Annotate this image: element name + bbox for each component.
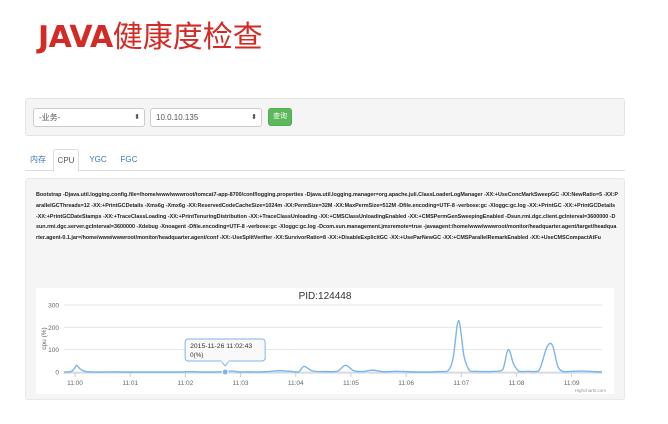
- tab-cpu[interactable]: CPU: [53, 149, 79, 172]
- chart-tooltip-pointer-mask: [221, 360, 229, 362]
- chart-x-tick-label: 11:07: [453, 380, 469, 387]
- business-select-value: -业务-: [39, 113, 61, 122]
- chart-x-tick-label: 11:03: [233, 380, 249, 387]
- chart-y-tick-label: 0: [55, 370, 59, 377]
- chart-x-tick-label: 11:06: [398, 380, 414, 387]
- jvm-arguments-text: Bootstrap -Djava.util.logging.config.fil…: [36, 192, 618, 242]
- select-caret-icon: ⬍: [134, 114, 140, 121]
- chart-x-tick-label: 11:05: [343, 380, 359, 387]
- chart-tooltip-line2: 0(%): [190, 352, 203, 359]
- slide-title-latin: JAVA: [38, 20, 113, 55]
- ip-select-value: 10.0.10.135: [156, 113, 199, 122]
- slide-title: JAVA健康度检查: [38, 12, 263, 56]
- business-select[interactable]: -业务- ⬍: [33, 108, 145, 127]
- cpu-line-chart: 0 100 200 300 11:00 11:01 11:02 11:03 11:04 11:05…: [36, 288, 614, 394]
- tab-fgc[interactable]: FGC: [116, 149, 142, 171]
- chart-y-tick-label: 300: [48, 303, 59, 310]
- chart-x-tick-label: 11:08: [509, 380, 525, 387]
- slide-title-cn: 健康度检查: [112, 20, 263, 55]
- tab-ygc[interactable]: YGC: [84, 149, 112, 171]
- chart-x-tick-label: 11:00: [67, 380, 83, 387]
- chart-tooltip-line1: 2015-11-26 11:02:43: [190, 343, 252, 350]
- metric-tabs: 内存 CPU YGC FGC: [25, 149, 625, 172]
- chart-x-tick-label: 11:04: [288, 380, 304, 387]
- chart-title: PID:124448: [299, 291, 352, 302]
- chart-credits: Highcharts.com: [575, 388, 607, 393]
- query-button[interactable]: 查询: [268, 108, 292, 126]
- tab-memory[interactable]: 内存: [27, 149, 49, 171]
- chart-x-tick-label: 11:01: [122, 380, 138, 387]
- chart-hover-marker[interactable]: [221, 368, 229, 376]
- chart-x-tick-label: 11:09: [564, 380, 580, 387]
- chart-background: [36, 288, 614, 394]
- filter-toolbar: -业务- ⬍ 10.0.10.135 ⬍ 查询: [25, 98, 625, 136]
- chart-x-tick-label: 11:02: [177, 380, 193, 387]
- chart-y-tick-label: 200: [48, 325, 59, 332]
- chart-y-axis-label: cpu (%): [41, 327, 48, 349]
- chart-y-tick-label: 100: [48, 347, 59, 354]
- select-caret-icon: ⬍: [251, 114, 257, 121]
- ip-select[interactable]: 10.0.10.135 ⬍: [150, 108, 262, 127]
